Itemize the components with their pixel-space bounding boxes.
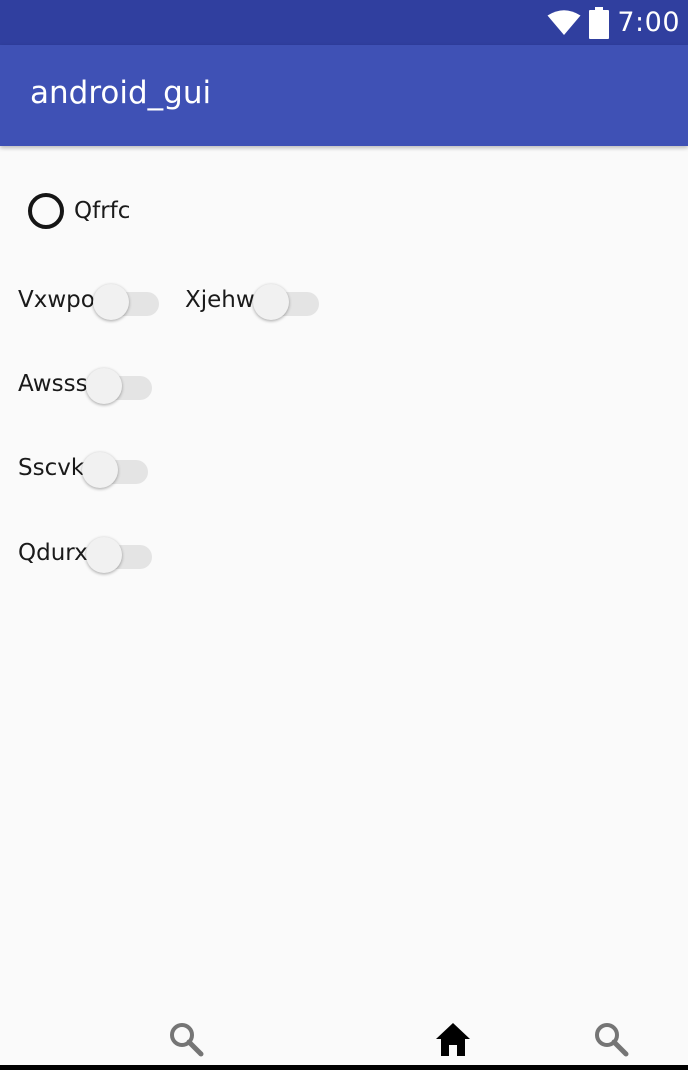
switch-toggle[interactable] bbox=[252, 280, 319, 320]
nav-bar-divider bbox=[0, 1065, 688, 1070]
switch-toggle[interactable] bbox=[92, 280, 159, 320]
wifi-icon bbox=[547, 9, 581, 36]
switch-sscvk[interactable]: Sscvk bbox=[18, 448, 149, 488]
radio-button-qfrfc[interactable]: Qfrfc bbox=[28, 192, 130, 230]
switch-label: Vxwpo bbox=[18, 287, 95, 313]
switch-qdurx[interactable]: Qdurx bbox=[18, 533, 152, 573]
bottom-navigation bbox=[0, 1010, 688, 1070]
switch-label: Xjehw bbox=[185, 287, 255, 313]
switch-toggle[interactable] bbox=[82, 448, 149, 488]
switch-label: Awsss bbox=[18, 371, 88, 397]
status-icons: 7:00 bbox=[547, 0, 680, 45]
switch-thumb bbox=[92, 284, 129, 320]
home-icon[interactable] bbox=[433, 1020, 473, 1060]
search-icon[interactable] bbox=[592, 1020, 632, 1060]
switch-toggle[interactable] bbox=[85, 364, 152, 404]
app-title: android_gui bbox=[30, 75, 212, 111]
status-time: 7:00 bbox=[617, 7, 680, 38]
switch-vxwpo[interactable]: Vxwpo bbox=[18, 280, 159, 320]
screen: 7:00 android_gui Qfrfc Vxwpo Xjehw Awsss… bbox=[0, 0, 688, 1070]
switch-awsss[interactable]: Awsss bbox=[18, 364, 152, 404]
switch-label: Sscvk bbox=[18, 455, 85, 481]
switch-thumb bbox=[82, 452, 119, 488]
switch-label: Qdurx bbox=[18, 540, 88, 566]
switch-thumb bbox=[85, 537, 122, 573]
status-bar: 7:00 bbox=[0, 0, 688, 45]
switch-thumb bbox=[252, 284, 289, 320]
battery-icon bbox=[589, 6, 610, 39]
search-icon[interactable] bbox=[167, 1020, 207, 1060]
radio-circle[interactable] bbox=[28, 193, 64, 229]
radio-label: Qfrfc bbox=[74, 198, 131, 224]
switch-toggle[interactable] bbox=[85, 533, 152, 573]
switch-xjehw[interactable]: Xjehw bbox=[185, 280, 319, 320]
app-bar: android_gui bbox=[0, 45, 688, 146]
switch-thumb bbox=[85, 368, 122, 404]
